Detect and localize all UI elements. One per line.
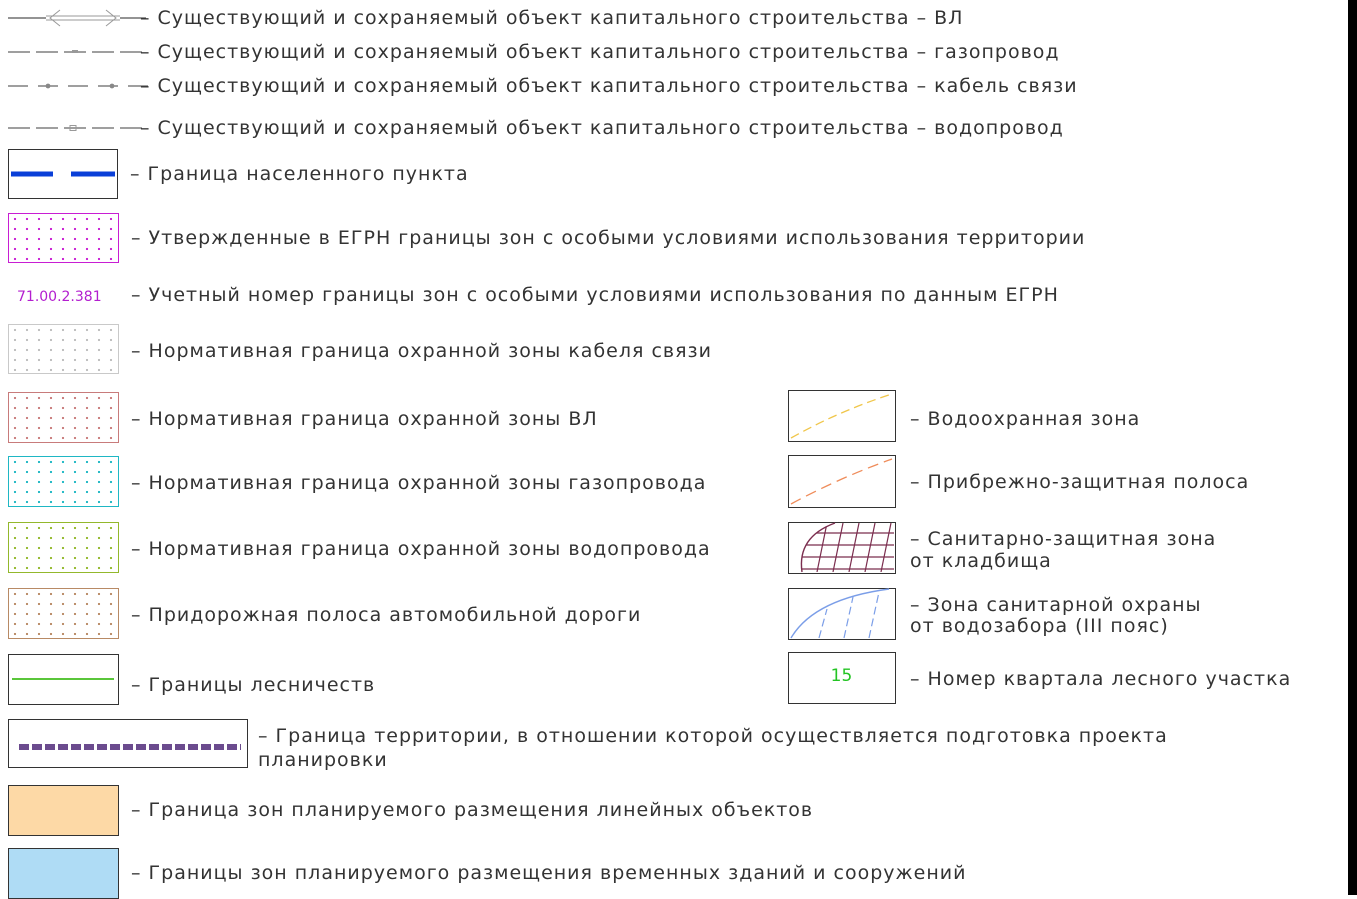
settlement-border-label: – Граница населенного пункта (130, 163, 469, 185)
egrn-zones-label: – Утвержденные в ЕГРН границы зон с особ… (131, 227, 1086, 249)
forest-quarter-sample: 15 (830, 666, 853, 686)
egrn-number-label: – Учетный номер границы зон с особыми ус… (131, 284, 1059, 306)
coastal-strip-label: – Прибрежно-защитная полоса (910, 471, 1250, 493)
project-border-label-1: – Граница территории, в отношении которо… (258, 725, 1168, 747)
vl-zone-label: – Нормативная граница охранной зоны ВЛ (131, 408, 598, 430)
existing-vl-line-symbol (8, 9, 146, 27)
cemetery-zone-label-1: – Санитарно-защитная зона (910, 528, 1217, 550)
water-intake-zone-label-2: от водозабора (III пояс) (910, 615, 1169, 637)
vl-zone-swatch (8, 392, 119, 443)
project-border-label-2: планировки (258, 749, 388, 771)
egrn-zones-swatch (8, 213, 119, 263)
settlement-border-swatch (8, 149, 118, 199)
temporary-buildings-swatch (8, 848, 119, 899)
forest-quarter-swatch: 15 (788, 652, 896, 704)
existing-water-label: – Существующий и сохраняемый объект капи… (140, 117, 1064, 139)
cemetery-zone-swatch (788, 522, 896, 574)
forestry-label: – Границы лесничеств (131, 674, 376, 696)
road-strip-label: – Придорожная полоса автомобильной дорог… (131, 604, 642, 626)
gas-zone-label: – Нормативная граница охранной зоны газо… (131, 472, 707, 494)
forest-quarter-label: – Номер квартала лесного участка (910, 668, 1292, 690)
temporary-buildings-label: – Границы зон планируемого размещения вр… (131, 862, 967, 884)
road-strip-swatch (8, 588, 119, 639)
project-border-swatch (8, 719, 248, 768)
linear-objects-swatch (8, 785, 119, 836)
cable-zone-label: – Нормативная граница охранной зоны кабе… (131, 340, 712, 362)
existing-gas-line-symbol (8, 50, 148, 53)
linear-objects-label: – Граница зон планируемого размещения ли… (131, 799, 814, 821)
existing-cable-line-symbol (8, 83, 148, 89)
egrn-number-sample: 71.00.2.381 (17, 289, 102, 305)
existing-cable-label: – Существующий и сохраняемый объект капи… (140, 75, 1078, 97)
water-protection-swatch (788, 390, 896, 442)
existing-water-line-symbol (8, 125, 148, 131)
cemetery-zone-label-2: от кладбища (910, 550, 1052, 572)
existing-vl-label: – Существующий и сохраняемый объект капи… (140, 7, 964, 29)
gas-zone-swatch (8, 456, 119, 507)
existing-gas-label: – Существующий и сохраняемый объект капи… (140, 41, 1060, 63)
right-edge-bar (1348, 0, 1357, 895)
forestry-swatch (8, 654, 119, 705)
water-intake-zone-swatch (788, 588, 896, 640)
coastal-strip-swatch (788, 455, 896, 508)
water-intake-zone-label-1: – Зона санитарной охраны (910, 594, 1202, 616)
water-zone-label: – Нормативная граница охранной зоны водо… (131, 538, 711, 560)
cable-zone-swatch (8, 324, 119, 374)
water-zone-swatch (8, 522, 119, 573)
water-protection-label: – Водоохранная зона (910, 408, 1141, 430)
